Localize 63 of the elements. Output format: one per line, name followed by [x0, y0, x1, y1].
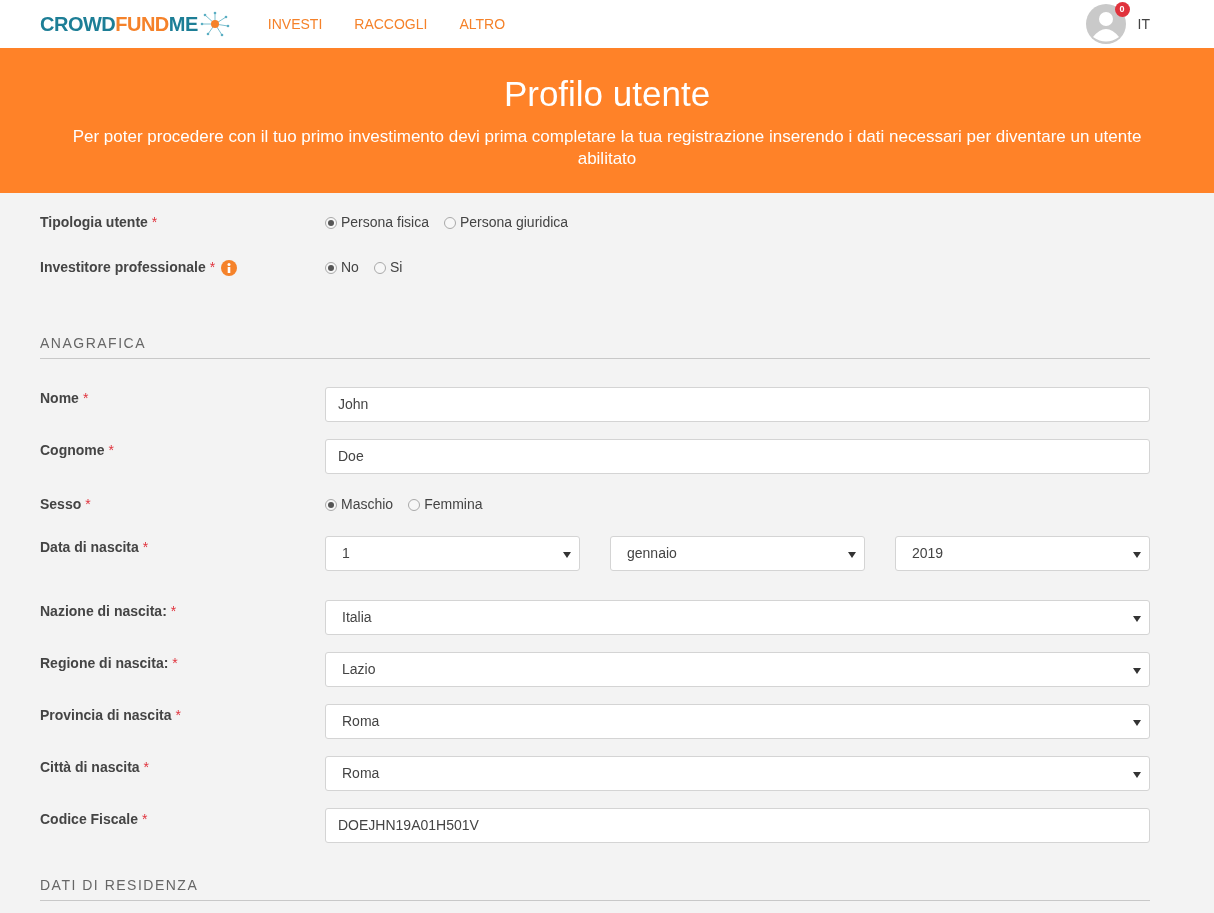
radio-button[interactable]: [325, 498, 337, 511]
caret-icon: [1133, 720, 1141, 726]
field-label: Città di nascita: [40, 758, 140, 777]
text-input[interactable]: John: [325, 387, 1150, 422]
required-mark: *: [209, 258, 216, 277]
radio-label: Maschio: [341, 495, 394, 514]
section-heading: ANAGRAFICA: [40, 334, 147, 353]
radio-label: Femmina: [424, 495, 483, 514]
field-label: Data di nascita: [40, 538, 139, 557]
select-dropdown[interactable]: Lazio: [325, 652, 1150, 687]
radio-button[interactable]: [325, 216, 337, 229]
select-dropdown[interactable]: Roma: [325, 704, 1150, 739]
field-label: Tipologia utente: [40, 213, 148, 232]
page-title: Profilo utente: [503, 73, 711, 115]
text-input[interactable]: Doe: [325, 439, 1150, 474]
caret-icon: [1133, 616, 1141, 622]
radio-label: Persona fisica: [341, 213, 429, 232]
text-input[interactable]: DOEJHN19A01H501V: [325, 808, 1150, 843]
required-mark: *: [151, 213, 158, 232]
avatar-icon[interactable]: [1085, 4, 1126, 44]
required-mark: *: [170, 602, 177, 621]
info-icon[interactable]: [221, 259, 238, 276]
radio-button[interactable]: [443, 216, 456, 229]
radio-button[interactable]: [325, 261, 337, 274]
required-mark: *: [172, 654, 178, 673]
field-label: Sesso: [40, 495, 82, 514]
caret-icon: [563, 552, 571, 558]
field-label: Provincia di nascita: [40, 706, 172, 725]
caret-icon: [848, 552, 856, 558]
required-mark: *: [108, 441, 114, 460]
required-mark: *: [175, 706, 181, 725]
logo-text: FUND: [115, 13, 169, 35]
field-label: Cognome: [40, 441, 105, 460]
caret-icon: [1133, 772, 1141, 778]
required-mark: *: [82, 389, 89, 408]
radio-label: Si: [389, 258, 403, 277]
required-mark: *: [142, 810, 148, 829]
radio-button[interactable]: [373, 261, 386, 274]
required-mark: *: [85, 495, 91, 514]
logo[interactable]: CROWDFUNDME: [40, 9, 230, 39]
caret-icon: [1133, 552, 1141, 558]
select-dropdown[interactable]: 2019: [895, 536, 1150, 571]
required-mark: *: [143, 758, 150, 777]
select-dropdown[interactable]: Italia: [325, 600, 1150, 635]
required-mark: *: [142, 538, 149, 557]
radio-label: No: [341, 258, 359, 277]
field-label: Nazione di nascita:: [40, 602, 167, 621]
banner-subtitle: Per poter procedere con il tuo primo investimento devi prima completare la tua registrazione inserendo i dati necessari per diventare un utente abilitato: [71, 126, 1143, 170]
select-dropdown[interactable]: gennaio: [610, 536, 865, 571]
logo-text: CROWD: [40, 13, 116, 35]
language-selector[interactable]: IT: [1137, 13, 1150, 35]
logo-text: ME: [168, 13, 198, 35]
field-label: Investitore professionale: [40, 258, 206, 277]
burst-icon: [199, 11, 230, 37]
section-heading: DATI DI RESIDENZA: [40, 876, 200, 895]
field-label: Nome: [40, 389, 79, 408]
select-dropdown[interactable]: Roma: [325, 756, 1150, 791]
radio-button[interactable]: [408, 498, 421, 511]
field-label: Regione di nascita:: [40, 654, 169, 673]
select-dropdown[interactable]: 1: [325, 536, 580, 571]
radio-label: Persona giuridica: [459, 213, 569, 232]
caret-icon: [1133, 668, 1141, 674]
field-label: Codice Fiscale: [40, 810, 139, 829]
